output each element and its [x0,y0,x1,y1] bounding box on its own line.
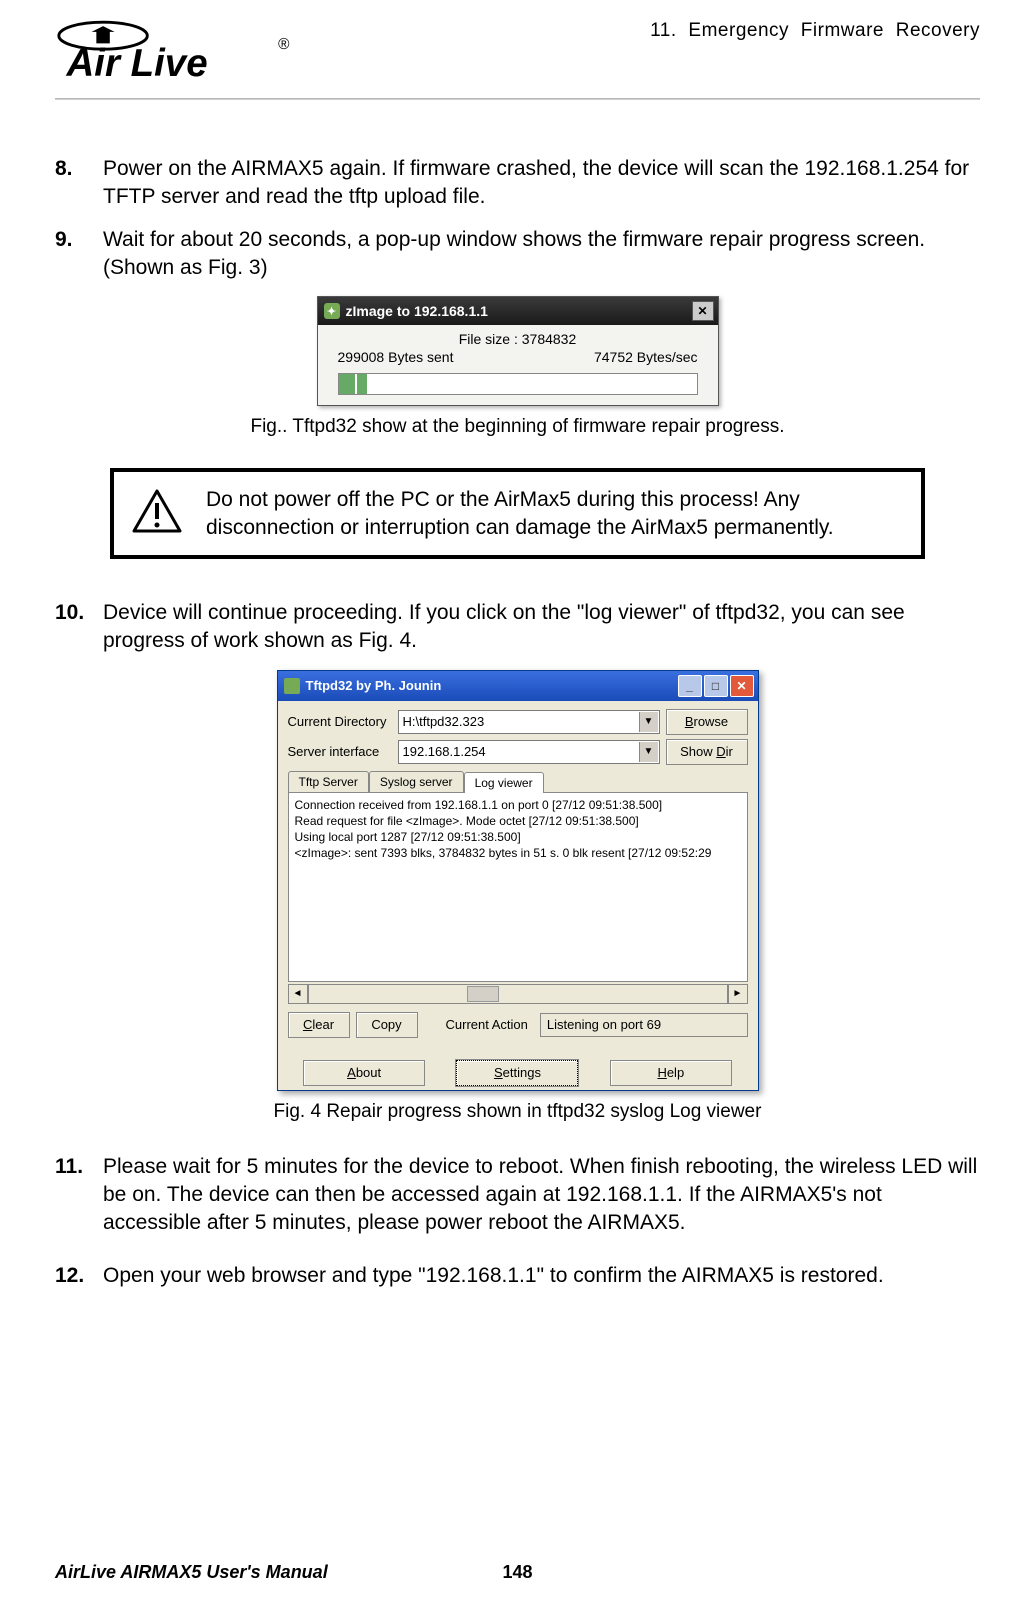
server-interface-combo[interactable]: 192.168.1.254 ▼ [398,740,660,764]
bytes-sec-text: 74752 Bytes/sec [594,349,698,365]
server-interface-value: 192.168.1.254 [403,744,486,759]
clear-button[interactable]: Clear [288,1012,350,1038]
server-interface-label: Server interface [288,744,398,759]
svg-text:Air Live: Air Live [66,42,208,85]
chapter-title: 11. Emergency Firmware Recovery [650,20,980,42]
current-directory-value: H:\tftpd32.323 [403,714,485,729]
step-9: 9. Wait for about 20 seconds, a pop-up w… [55,226,980,283]
minimize-button[interactable]: _ [678,675,702,697]
log-line: Using local port 1287 [27/12 09:51:38.50… [295,829,741,845]
step-text: Please wait for 5 minutes for the device… [103,1153,980,1238]
svg-text:®: ® [278,36,290,53]
settings-button[interactable]: Settings [456,1060,578,1086]
scroll-right-button[interactable]: ► [728,984,748,1004]
step-8: 8. Power on the AIRMAX5 again. If firmwa… [55,155,980,212]
step-number: 11. [55,1153,103,1238]
dialog-title: Tftpd32 by Ph. Jounin [306,678,676,693]
bytes-sent-text: 299008 Bytes sent [338,349,454,365]
manual-title: AirLive AIRMAX5 User's Manual [55,1562,328,1583]
current-action-field: Listening on port 69 [540,1013,748,1037]
copy-button[interactable]: Copy [356,1012,418,1038]
chevron-down-icon[interactable]: ▼ [639,742,658,762]
chevron-down-icon[interactable]: ▼ [639,712,658,732]
scroll-track[interactable] [308,984,728,1004]
step-text: Power on the AIRMAX5 again. If firmware … [103,155,980,212]
figure-caption-4: Fig. 4 Repair progress shown in tftpd32 … [55,1101,980,1123]
current-directory-combo[interactable]: H:\tftpd32.323 ▼ [398,710,660,734]
close-button[interactable]: ✕ [692,301,714,321]
app-icon [284,678,300,694]
step-number: 8. [55,155,103,212]
log-line: Connection received from 192.168.1.1 on … [295,797,741,813]
tab-syslog-server[interactable]: Syslog server [369,771,464,792]
tftpd32-main-dialog: Tftpd32 by Ph. Jounin _ □ ✕ Current Dire… [277,670,759,1091]
step-10: 10. Device will continue proceeding. If … [55,599,980,656]
browse-button[interactable]: Browse [666,709,748,735]
current-action-value: Listening on port 69 [547,1017,661,1032]
warning-text: Do not power off the PC or the AirMax5 d… [206,486,903,541]
step-text: Device will continue proceeding. If you … [103,599,980,656]
tab-log-viewer[interactable]: Log viewer [464,772,544,793]
warning-icon [132,489,186,539]
log-line: <zImage>: sent 7393 blks, 3784832 bytes … [295,845,741,861]
file-size-text: File size : 3784832 [338,331,698,347]
step-text: Wait for about 20 seconds, a pop-up wind… [103,226,980,283]
help-button[interactable]: Help [610,1060,732,1086]
step-12: 12. Open your web browser and type "192.… [55,1262,980,1290]
log-line: Read request for file <zImage>. Mode oct… [295,813,741,829]
current-action-label: Current Action [446,1017,528,1032]
dialog-title: zImage to 192.168.1.1 [346,303,692,319]
scroll-left-button[interactable]: ◄ [288,984,308,1004]
maximize-button[interactable]: □ [704,675,728,697]
show-dir-button[interactable]: Show Dir [666,739,748,765]
step-number: 12. [55,1262,103,1290]
page-number: 148 [502,1562,532,1583]
step-text: Open your web browser and type "192.168.… [103,1262,980,1290]
step-number: 9. [55,226,103,283]
about-button[interactable]: About [303,1060,425,1086]
step-number: 10. [55,599,103,656]
scroll-thumb[interactable] [467,986,499,1002]
warning-box: Do not power off the PC or the AirMax5 d… [110,468,925,559]
brand-logo: Air Live ® [55,18,305,88]
log-viewer-area: Connection received from 192.168.1.1 on … [288,792,748,982]
horizontal-scrollbar[interactable]: ◄ ► [288,984,748,1004]
header-rule [55,98,980,100]
figure-caption-3: Fig.. Tftpd32 show at the beginning of f… [55,416,980,438]
tftp-transfer-dialog: ✦ zImage to 192.168.1.1 ✕ File size : 37… [317,296,719,406]
app-icon: ✦ [324,303,340,319]
progress-bar [338,373,698,395]
current-directory-label: Current Directory [288,714,398,729]
tab-tftp-server[interactable]: Tftp Server [288,771,369,792]
step-11: 11. Please wait for 5 minutes for the de… [55,1153,980,1238]
close-button[interactable]: ✕ [730,675,754,697]
